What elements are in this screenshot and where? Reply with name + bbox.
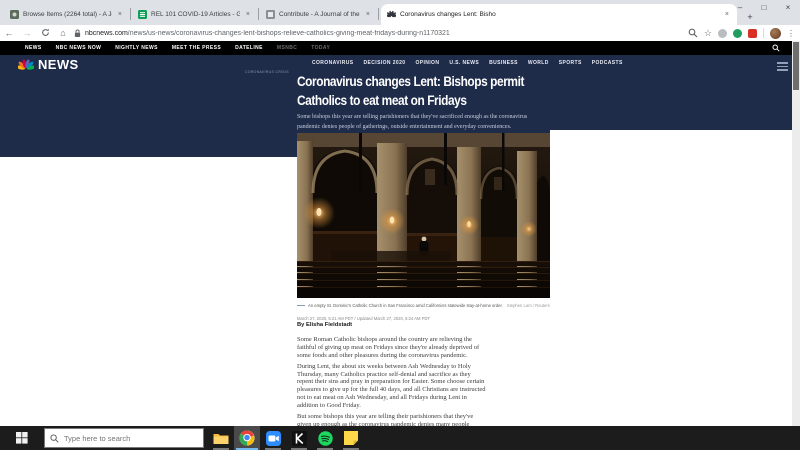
home-button[interactable]: ⌂	[54, 28, 72, 38]
start-button[interactable]	[0, 426, 44, 450]
tab-nbc-article-active[interactable]: Coronavirus changes Lent: Bisho ×	[381, 4, 737, 25]
google-sheets-favicon-icon	[138, 10, 147, 19]
nav-business[interactable]: BUSINESS	[489, 60, 518, 66]
nbc-news-logo[interactable]: NEWS	[18, 57, 79, 72]
tab-close-icon[interactable]: ×	[244, 11, 252, 18]
taskbar-app-chrome[interactable]	[234, 426, 260, 450]
utility-nav-today[interactable]: TODAY	[311, 45, 330, 51]
profile-avatar[interactable]	[770, 28, 781, 39]
article-paragraph: During Lent, the about six weeks between…	[297, 363, 488, 410]
nav-opinion[interactable]: OPINION	[415, 60, 439, 66]
nav-podcasts[interactable]: PODCASTS	[592, 60, 623, 66]
article-byline[interactable]: By Elisha Fieldstadt	[297, 322, 352, 328]
back-button[interactable]: ←	[0, 28, 18, 38]
tab-close-icon[interactable]: ×	[116, 11, 124, 18]
zoom-icon	[266, 431, 281, 446]
reload-button[interactable]	[36, 28, 54, 39]
tab-rel101-sheet[interactable]: REL 101 COVID-19 Articles - Goo ×	[132, 4, 258, 25]
tab-close-icon[interactable]: ×	[364, 11, 372, 18]
nbc-utility-bar: NEWS NBC NEWS NOW NIGHTLY NEWS MEET THE …	[0, 41, 792, 55]
padlock-icon	[74, 29, 81, 38]
reload-icon	[41, 28, 50, 37]
window-minimize-button[interactable]: –	[728, 0, 752, 14]
browser-menu-kebab-icon[interactable]: ⋮	[787, 29, 795, 38]
tab-title: Browse Items (2264 total) - A Jou	[23, 11, 112, 18]
tab-browse-items[interactable]: Browse Items (2264 total) - A Jou ×	[4, 4, 130, 25]
taskbar-app-file-explorer[interactable]	[208, 426, 234, 450]
tab-title: Coronavirus changes Lent: Bisho	[400, 11, 719, 18]
utility-nav-news[interactable]: NEWS	[25, 45, 42, 51]
taskbar-app-sticky-notes[interactable]	[338, 426, 364, 450]
article-paragraph: But some bishops this year are telling t…	[297, 413, 488, 426]
forward-button[interactable]: →	[18, 28, 36, 38]
desktop: Browse Items (2264 total) - A Jou × REL …	[0, 0, 800, 450]
hero-image	[297, 133, 550, 298]
journal-favicon-icon	[266, 10, 275, 19]
nbc-peacock-favicon-icon	[387, 10, 396, 19]
utility-nav-meet-the-press[interactable]: MEET THE PRESS	[172, 45, 221, 51]
article-body: Some Roman Catholic bishops around the c…	[297, 336, 488, 426]
tab-title: REL 101 COVID-19 Articles - Goo	[151, 11, 240, 18]
scrollbar-thumb[interactable]	[793, 42, 799, 90]
nav-coronavirus[interactable]: CORONAVIRUS	[312, 60, 354, 66]
taskbar-app-k[interactable]	[286, 426, 312, 450]
tab-contribute-journal[interactable]: Contribute - A Journal of the Plag ×	[260, 4, 378, 25]
article-kicker: CORONAVIRUS CRISIS	[245, 70, 289, 74]
url-path: /news/us-news/coronavirus-changes-lent-b…	[128, 30, 450, 37]
nav-world[interactable]: WORLD	[528, 60, 549, 66]
extension-icon-2[interactable]	[733, 29, 742, 38]
tab-title: Contribute - A Journal of the Plag	[279, 11, 360, 18]
article-dateline: March 27, 2020, 5:21 AM PDT / Updated Ma…	[297, 316, 430, 321]
page-scrollbar[interactable]	[792, 41, 800, 426]
address-bar[interactable]: nbcnews.com/news/us-news/coronavirus-cha…	[74, 27, 688, 39]
site-menu-hamburger-icon[interactable]	[777, 62, 788, 73]
extension-icon-1[interactable]	[718, 29, 727, 38]
caption-dash	[297, 305, 305, 306]
utility-nav-msnbc[interactable]: MSNBC	[277, 45, 297, 51]
caption-credit: Stephen Lam / Reuters	[507, 303, 550, 308]
spotify-icon	[318, 431, 333, 446]
window-maximize-button[interactable]: □	[752, 0, 776, 14]
utility-nav-nightly-news[interactable]: NIGHTLY NEWS	[115, 45, 158, 51]
search-icon	[50, 434, 59, 443]
windows-logo-icon	[16, 432, 28, 444]
windows-taskbar: ∧ 11:55 AM 4/25/2020	[0, 426, 800, 450]
folder-icon	[213, 432, 229, 445]
church-interior-photo	[297, 133, 550, 298]
image-caption: An empty St. Dominic's Catholic Church i…	[297, 303, 550, 308]
sticky-note-icon	[344, 431, 358, 445]
bookmark-star-icon[interactable]: ☆	[704, 28, 712, 39]
site-main-nav: CORONAVIRUS DECISION 2020 OPINION U.S. N…	[312, 60, 652, 66]
taskbar-search-box[interactable]	[44, 428, 204, 448]
taskbar-search-input[interactable]	[64, 434, 194, 443]
extension-icon-3[interactable]	[748, 29, 757, 38]
article-paragraph: Some Roman Catholic bishops around the c…	[297, 336, 488, 359]
nbc-peacock-icon	[18, 58, 34, 72]
utility-nav-dateline[interactable]: DATELINE	[235, 45, 263, 51]
taskbar-app-spotify[interactable]	[312, 426, 338, 450]
nav-sports[interactable]: SPORTS	[559, 60, 582, 66]
k-app-icon	[292, 431, 307, 446]
browser-toolbar: ← → ⌂ nbcnews.com/news/us-news/coronavir…	[0, 25, 800, 41]
article-dek: Some bishops this year are telling paris…	[297, 112, 550, 132]
site-search-icon[interactable]	[772, 44, 780, 52]
brand-wordmark: NEWS	[38, 57, 79, 72]
browser-tab-strip: Browse Items (2264 total) - A Jou × REL …	[0, 0, 800, 25]
search-zoom-icon[interactable]	[688, 28, 698, 38]
taskbar-app-zoom[interactable]	[260, 426, 286, 450]
nav-us-news[interactable]: U.S. NEWS	[449, 60, 479, 66]
nav-decision-2020[interactable]: DECISION 2020	[364, 60, 406, 66]
utility-nav-nbc-news-now[interactable]: NBC NEWS NOW	[56, 45, 102, 51]
article-headline: Coronavirus changes Lent: Bishops permit…	[297, 72, 552, 110]
omeka-favicon-icon	[10, 10, 19, 19]
url-domain: nbcnews.com	[85, 30, 128, 37]
window-close-button[interactable]: ×	[776, 0, 800, 14]
chrome-icon	[239, 430, 255, 446]
